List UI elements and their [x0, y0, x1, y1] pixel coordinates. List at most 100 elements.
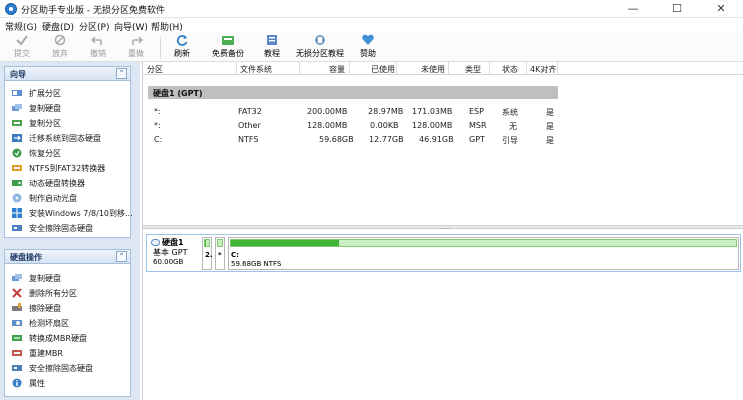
disk-group-row[interactable]: 硬盘1 (GPT) — [148, 86, 558, 99]
disk-group-label: 硬盘1 (GPT) — [153, 89, 203, 98]
disk-ops-panel-header: 硬盘操作 ⌃ — [5, 250, 130, 264]
col-status[interactable]: 状态 — [502, 64, 518, 75]
task-label: 制作启动光盘 — [29, 194, 77, 203]
bad-sector-icon — [12, 320, 22, 326]
table-row[interactable]: *: Other 128.00MB 0.00KB 128.00MB MSR 无 … — [143, 120, 743, 133]
tutorial-label: 教程 — [264, 49, 280, 58]
col-used[interactable]: 已使用 — [371, 64, 395, 75]
undo-label: 撤销 — [90, 49, 106, 58]
task-label: 检测坏扇区 — [29, 319, 69, 328]
sponsor-button[interactable]: 赞助 — [354, 34, 382, 61]
cell-partition: C: — [154, 135, 163, 144]
usage-bar — [217, 239, 223, 247]
cell-capacity: 59.68GB — [319, 135, 354, 144]
ssd-erase-icon — [12, 225, 22, 231]
partition-label: 2. — [205, 251, 213, 259]
wipe-disk-icon — [12, 303, 22, 311]
cell-4k-align: 是 — [546, 136, 554, 145]
cell-partition: *: — [154, 107, 161, 116]
menu-partition[interactable]: 分区(P) — [79, 20, 109, 33]
partition-detail: 59.68GB NTFS — [231, 260, 282, 268]
recover-partition-icon — [12, 148, 22, 158]
boot-disc-icon — [12, 193, 22, 203]
col-partition[interactable]: 分区 — [147, 64, 163, 75]
toolbar-separator — [160, 37, 161, 59]
disk-map[interactable]: 硬盘1 基本 GPT 60.00GB 2. * C: 59.68GB NTFS — [146, 234, 741, 272]
task-label: 擦除硬盘 — [29, 304, 61, 313]
commit-icon — [16, 35, 28, 46]
partition-label: C: — [231, 251, 239, 259]
toolbar: 提交 放弃 撤销 重做 刷新 免费备份 教程 无损分区教程 赞助 — [0, 33, 743, 62]
tutorial-button[interactable]: 教程 — [258, 34, 286, 61]
disk-ops-panel: 硬盘操作 ⌃ 复制硬盘 删除所有分区 擦除硬盘 检测坏扇区 转换成MBR硬盘 重… — [4, 249, 131, 397]
table-row[interactable]: C: NTFS 59.68GB 12.77GB 46.91GB GPT 引导 是 — [143, 134, 743, 147]
discard-icon — [54, 34, 66, 46]
usage-fill — [205, 240, 206, 246]
cell-4k-align: 是 — [546, 108, 554, 117]
maximize-button[interactable]: ☐ — [655, 0, 699, 18]
lossless-tutorial-icon — [315, 35, 325, 45]
redo-icon — [131, 36, 143, 46]
partition-label: * — [218, 251, 222, 259]
task-label: 重建MBR — [29, 349, 63, 358]
commit-label: 提交 — [14, 49, 30, 58]
close-button[interactable]: ✕ — [699, 0, 743, 18]
undo-button[interactable]: 撤销 — [84, 34, 112, 61]
disk-size: 60.00GB — [153, 258, 184, 266]
sidebar: 向导 ⌃ 扩展分区 复制硬盘 复制分区 迁移系统到固态硬盘 恢复分区 NTFS到… — [0, 62, 140, 400]
redo-label: 重做 — [128, 49, 144, 58]
minimize-button[interactable]: — — [611, 0, 655, 18]
splitter-grip: ...... — [441, 224, 453, 231]
task-label: NTFS到FAT32转换器 — [29, 164, 106, 173]
properties-icon — [12, 378, 22, 388]
menu-help[interactable]: 帮助(H) — [151, 20, 183, 33]
commit-button[interactable]: 提交 — [8, 34, 36, 61]
partition-block-esp[interactable]: 2. — [202, 237, 213, 270]
task-label: 动态硬盘转换器 — [29, 179, 85, 188]
discard-button[interactable]: 放弃 — [46, 34, 74, 61]
backup-icon — [222, 36, 234, 45]
free-backup-button[interactable]: 免费备份 — [208, 34, 248, 61]
copy-disk-icon — [12, 104, 22, 111]
ssd-erase-icon — [12, 365, 22, 371]
cell-filesystem: NTFS — [238, 135, 259, 144]
column-divider — [236, 62, 237, 75]
table-row[interactable]: *: FAT32 200.00MB 28.97MB 171.03MB ESP 系… — [143, 106, 743, 119]
delete-partitions-icon — [12, 288, 22, 298]
cell-4k-align: 是 — [546, 122, 554, 131]
col-unused[interactable]: 未使用 — [421, 64, 445, 75]
redo-button[interactable]: 重做 — [122, 34, 150, 61]
cell-filesystem: FAT32 — [238, 107, 262, 116]
menu-bar: 常规(G) 硬盘(D) 分区(P) 向导(W) 帮助(H) — [0, 18, 743, 33]
wizard-collapse-button[interactable]: ⌃ — [116, 68, 127, 79]
copy-disk-icon — [12, 274, 22, 281]
wizard-panel: 向导 ⌃ 扩展分区 复制硬盘 复制分区 迁移系统到固态硬盘 恢复分区 NTFS到… — [4, 66, 133, 238]
refresh-icon — [176, 35, 188, 46]
partition-block-msr[interactable]: * — [215, 237, 225, 270]
column-divider — [299, 62, 300, 75]
windows-to-go-icon — [12, 208, 22, 218]
cell-used: 28.97MB — [368, 107, 404, 116]
task-label: 扩展分区 — [29, 89, 61, 98]
partition-block-c[interactable]: C: 59.68GB NTFS — [228, 237, 739, 270]
pane-splitter[interactable]: ...... — [143, 224, 743, 231]
menu-general[interactable]: 常规(G) — [5, 20, 37, 33]
col-filesystem[interactable]: 文件系统 — [240, 64, 272, 75]
lossless-tutorial-button[interactable]: 无损分区教程 — [294, 34, 346, 61]
menu-disk[interactable]: 硬盘(D) — [42, 20, 74, 33]
task-label: 复制硬盘 — [29, 104, 61, 113]
task-label: 安装Windows 7/8/10到移... — [29, 209, 133, 218]
undo-icon — [91, 36, 103, 46]
title-bar: 分区助手专业版 - 无损分区免费软件 — ☐ ✕ — [0, 0, 743, 18]
task-label: 复制硬盘 — [29, 274, 61, 283]
col-capacity[interactable]: 容量 — [329, 64, 345, 75]
cell-capacity: 128.00MB — [307, 121, 348, 130]
col-4k-align[interactable]: 4K对齐 — [530, 64, 556, 75]
refresh-label: 刷新 — [174, 49, 190, 58]
disk-ops-collapse-button[interactable]: ⌃ — [116, 251, 127, 262]
col-type[interactable]: 类型 — [465, 64, 481, 75]
refresh-button[interactable]: 刷新 — [168, 34, 196, 61]
column-divider — [526, 62, 527, 75]
cell-status: 无 — [509, 122, 517, 131]
menu-wizard[interactable]: 向导(W) — [114, 20, 148, 33]
